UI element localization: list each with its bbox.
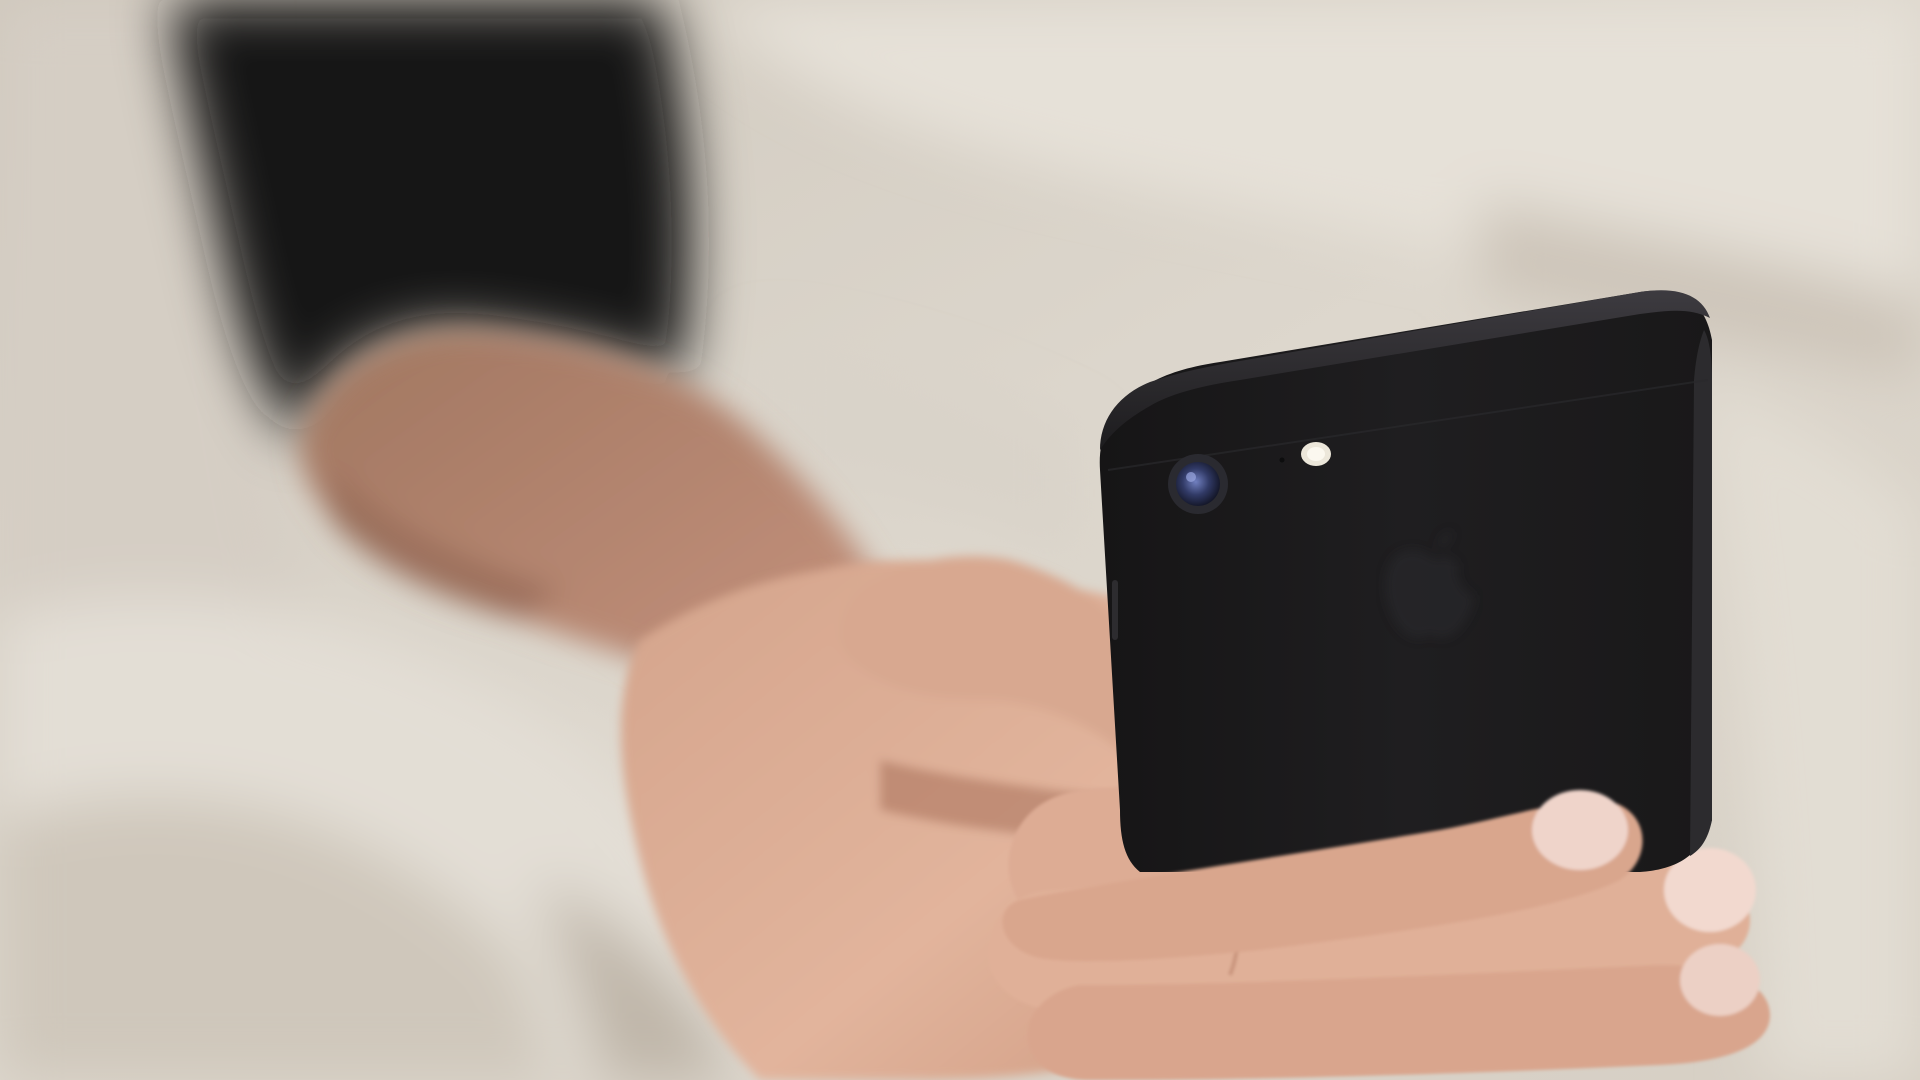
fingernail bbox=[1680, 944, 1760, 1016]
camera-lens bbox=[1168, 454, 1228, 514]
smartphone bbox=[1099, 290, 1712, 873]
photo-canvas bbox=[0, 0, 1920, 1080]
photo-scene bbox=[0, 0, 1920, 1080]
microphone-dot bbox=[1279, 457, 1285, 463]
side-button bbox=[1112, 580, 1118, 640]
